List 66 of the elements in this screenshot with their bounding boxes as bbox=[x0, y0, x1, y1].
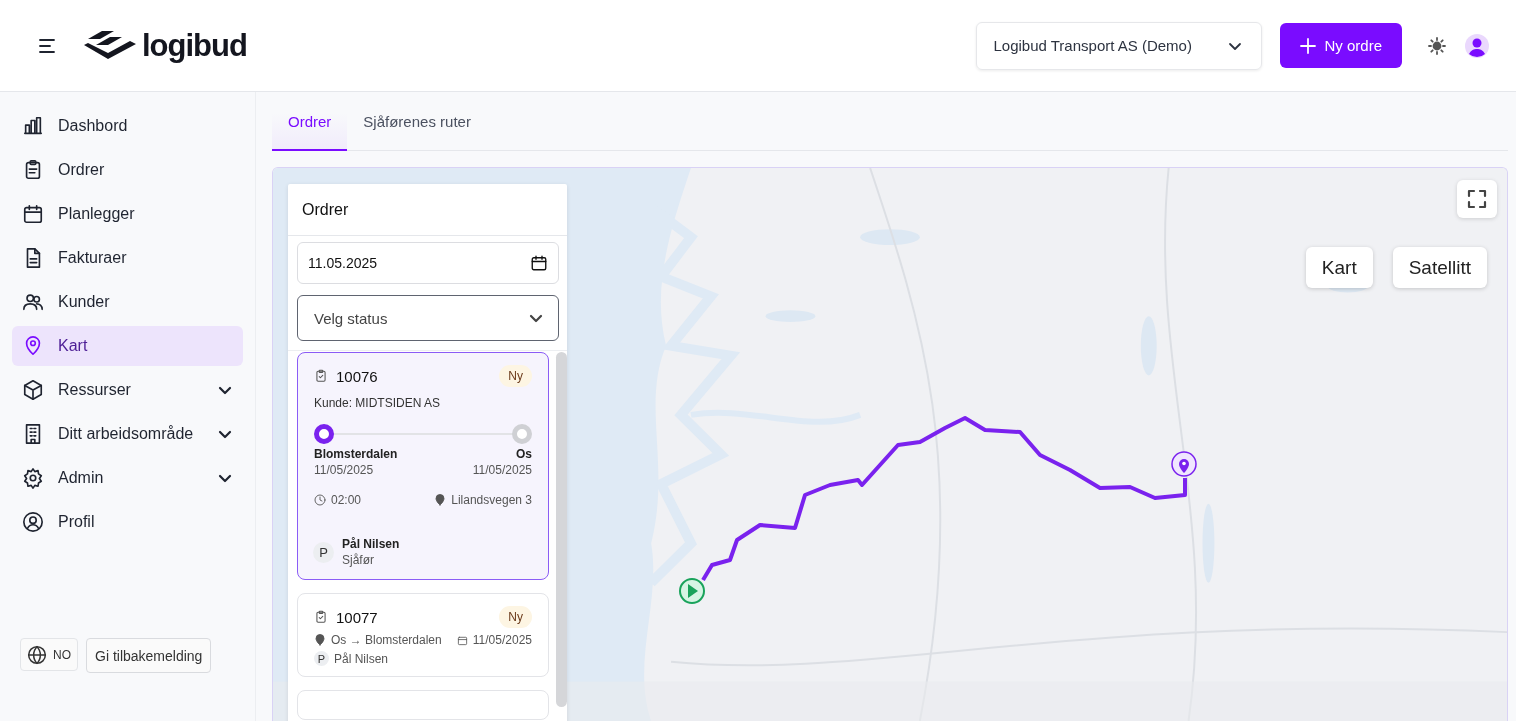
start-point-icon bbox=[314, 424, 334, 444]
tab[interactable]: Sjåførenes ruter bbox=[347, 113, 487, 151]
scrollbar[interactable] bbox=[556, 352, 567, 707]
driver-avatar: P bbox=[314, 651, 329, 666]
from-date: 11/05/2025 bbox=[314, 463, 375, 477]
map-type-button[interactable]: Satellitt bbox=[1392, 247, 1487, 288]
order-number: 10076 bbox=[336, 367, 379, 385]
end-point-icon bbox=[512, 424, 532, 444]
nav-item[interactable]: Kart bbox=[12, 326, 243, 366]
sun-icon[interactable] bbox=[1428, 36, 1446, 55]
fullscreen-button[interactable] bbox=[1457, 180, 1497, 218]
clock-icon bbox=[314, 494, 326, 506]
nav-item[interactable]: Admin bbox=[12, 458, 243, 498]
company-select[interactable]: Logibud Transport AS (Demo) bbox=[976, 21, 1263, 70]
route-text: Os → Blomsterdalen bbox=[331, 633, 442, 647]
order-date: 11/05/2025 bbox=[472, 633, 532, 647]
nav-item[interactable]: Kunder bbox=[12, 282, 243, 322]
driver-name: Pål Nilsen bbox=[334, 651, 389, 666]
calendar-icon bbox=[530, 254, 548, 272]
order-number: 10077 bbox=[336, 608, 379, 626]
date-field[interactable]: 11.05.2025 bbox=[297, 242, 559, 284]
status-badge: Ny bbox=[499, 365, 532, 387]
feedback-button[interactable]: Gi tilbakemelding bbox=[86, 638, 212, 673]
address-text: Lilandsvegen 3 bbox=[451, 493, 532, 507]
nav-item[interactable]: Ditt arbeidsområde bbox=[12, 414, 243, 454]
time-text: 02:00 bbox=[331, 493, 362, 507]
order-card[interactable]: 10077 Ny Os → Blomsterdalen 11/05/2025 P Pål Nilsen bbox=[297, 593, 549, 677]
globe-icon bbox=[27, 644, 47, 665]
clipboard-icon bbox=[314, 609, 328, 625]
nav-item[interactable]: Planlegger bbox=[12, 194, 243, 234]
chart-icon bbox=[22, 115, 44, 137]
nav-item[interactable]: Fakturaer bbox=[12, 238, 243, 278]
panel-title: Ordrer bbox=[288, 184, 567, 236]
to-place: Os bbox=[516, 447, 532, 461]
map-type-button[interactable]: Kart bbox=[1305, 247, 1373, 288]
users-icon bbox=[22, 291, 44, 313]
settings-icon bbox=[22, 467, 44, 489]
order-card[interactable]: 10076 Ny Kunde: MIDTSIDEN AS Blomsterdalen 11/05/2025 Os 11/05/2025 02:00 Lilandsvegen 3 P Pål Nilsen Sjåfør bbox=[297, 352, 549, 580]
new-order-button[interactable]: Ny ordre bbox=[1280, 23, 1402, 68]
nav-item[interactable]: Ordrer bbox=[12, 150, 243, 190]
calendar-icon bbox=[456, 634, 468, 646]
driver-avatar: P bbox=[313, 541, 334, 563]
from-place: Blomsterdalen bbox=[314, 447, 398, 461]
nav-item[interactable]: Dashbord bbox=[12, 106, 243, 146]
status-badge: Ny bbox=[499, 606, 532, 628]
location-icon bbox=[314, 634, 326, 646]
language-button[interactable]: NO bbox=[20, 638, 78, 671]
cube-icon bbox=[22, 379, 44, 401]
location-icon bbox=[434, 494, 447, 506]
plus-icon bbox=[1300, 37, 1317, 54]
tab[interactable]: Ordrer bbox=[272, 113, 348, 151]
to-date: 11/05/2025 bbox=[472, 463, 532, 477]
user-icon bbox=[22, 511, 44, 533]
avatar-icon[interactable] bbox=[1464, 32, 1490, 59]
nav-item[interactable]: Profil bbox=[12, 502, 243, 542]
menu-icon[interactable] bbox=[38, 37, 58, 54]
map-pin-icon bbox=[1171, 451, 1197, 477]
logo-text: logibud bbox=[142, 27, 247, 64]
calendar-icon bbox=[22, 203, 44, 225]
customer-text: Kunde: MIDTSIDEN AS bbox=[314, 396, 442, 410]
driver-name: Pål Nilsen bbox=[342, 537, 400, 551]
driver-role: Sjåfør bbox=[342, 553, 375, 567]
nav-item[interactable]: Ressurser bbox=[12, 370, 243, 410]
fullscreen-icon bbox=[1467, 189, 1487, 209]
status-select[interactable]: Velg status bbox=[297, 295, 559, 341]
clipboard-icon bbox=[314, 368, 328, 384]
